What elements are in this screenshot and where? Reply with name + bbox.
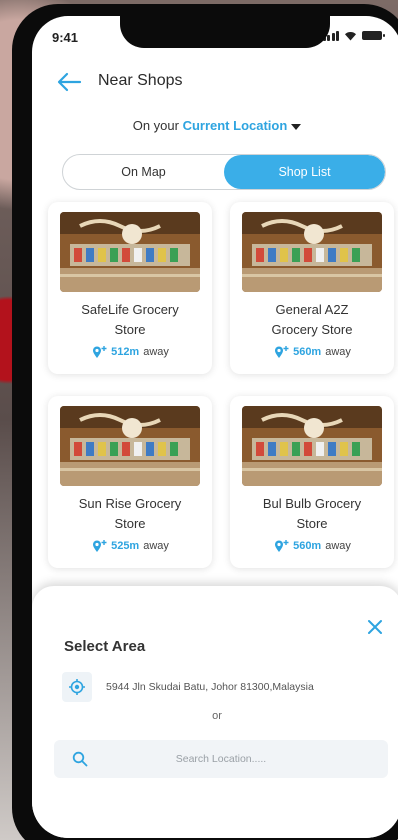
shop-card[interactable]: SafeLife Grocery Store 512m away: [48, 202, 212, 374]
gps-target-icon: [62, 672, 92, 702]
shop-distance: 512m away: [48, 345, 212, 359]
tab-shop-list[interactable]: Shop List: [224, 155, 385, 189]
caret-down-icon[interactable]: [291, 123, 302, 130]
shop-name: SafeLife Grocery Store: [81, 302, 179, 337]
shop-image: [60, 212, 200, 292]
current-location-link[interactable]: Current Location: [183, 118, 288, 133]
location-pin-icon: [93, 346, 107, 358]
status-time: 9:41: [52, 30, 79, 45]
app-screen: 9:41 Near Shops On your Current Location: [32, 16, 398, 838]
distance-value: 512m: [111, 346, 140, 358]
shop-card[interactable]: Bul Bulb Grocery Store 560m away: [230, 396, 394, 568]
wifi-icon: [345, 32, 356, 41]
distance-suffix: away: [143, 346, 169, 358]
back-arrow-icon[interactable]: [56, 70, 82, 94]
or-divider: or: [212, 710, 222, 722]
header: Near Shops: [32, 68, 398, 98]
current-address-option[interactable]: 5944 Jln Skudai Batu, Johor 81300,Malays…: [62, 672, 382, 702]
shop-image: [242, 406, 382, 486]
shop-distance: 560m away: [230, 345, 394, 359]
location-pin-icon: [275, 540, 289, 552]
sheet-title: Select Area: [64, 638, 146, 655]
current-address: 5944 Jln Skudai Batu, Johor 81300,Malays…: [106, 681, 314, 693]
distance-suffix: away: [325, 540, 351, 552]
phone-frame: 9:41 Near Shops On your Current Location: [12, 4, 398, 840]
shop-card[interactable]: Sun Rise Grocery Store 525m away: [48, 396, 212, 568]
tab-on-map[interactable]: On Map: [63, 155, 224, 189]
location-pin-icon: [93, 540, 107, 552]
shop-name: Bul Bulb Grocery Store: [262, 496, 362, 531]
shop-name: General A2Z Grocery Store: [271, 302, 353, 337]
location-pin-icon: [275, 346, 289, 358]
distance-suffix: away: [325, 346, 351, 358]
search-input[interactable]: [54, 740, 388, 778]
location-selector: On your Current Location: [32, 118, 398, 133]
location-prefix: On your: [132, 118, 183, 133]
shop-card[interactable]: General A2Z Grocery Store 560m away: [230, 202, 394, 374]
shop-distance: 525m away: [48, 539, 212, 553]
status-icons: [322, 30, 385, 41]
distance-value: 560m: [293, 540, 322, 552]
shop-distance: 560m away: [230, 539, 394, 553]
search-box: [54, 740, 388, 778]
shop-name: Sun Rise Grocery Store: [78, 496, 182, 531]
distance-value: 560m: [293, 346, 322, 358]
distance-suffix: away: [143, 540, 169, 552]
notch: [120, 16, 330, 48]
select-area-sheet: Select Area 5944 Jln Skudai Batu, Johor …: [32, 586, 398, 838]
view-toggle: On Map Shop List: [62, 154, 386, 190]
close-icon[interactable]: [366, 618, 384, 636]
shop-image: [242, 212, 382, 292]
battery-icon: [362, 31, 385, 40]
page-title: Near Shops: [98, 72, 183, 89]
search-icon: [72, 751, 88, 767]
distance-value: 525m: [111, 540, 140, 552]
shop-image: [60, 406, 200, 486]
